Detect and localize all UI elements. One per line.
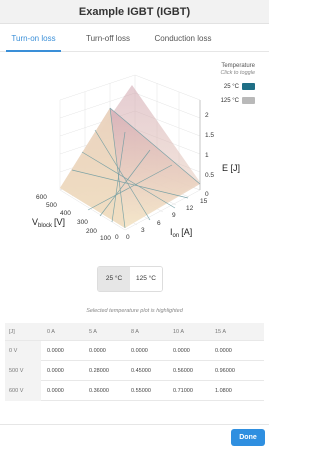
legend-item-125c[interactable]: 125 °C	[221, 97, 255, 106]
table-cell[interactable]: 0.0000	[131, 341, 148, 361]
tab-turn-on-loss[interactable]: Turn-on loss	[6, 30, 61, 52]
z-axis-label: E [J]	[222, 163, 240, 173]
y-tick-6: 6	[157, 220, 161, 227]
table-row-header: 500 V	[5, 361, 41, 381]
table-col-header: 5 A	[89, 329, 97, 335]
table-corner-unit: [J]	[9, 329, 15, 335]
table-cell[interactable]: 0.36000	[89, 381, 109, 401]
table-cell[interactable]: 0.96000	[215, 361, 235, 381]
table-cell[interactable]: 0.56000	[173, 361, 193, 381]
table-cell[interactable]: 0.0000	[215, 341, 232, 361]
z-tick-0: 0	[205, 191, 209, 198]
dialog-title: Example IGBT (IGBT)	[78, 6, 191, 18]
y-tick-0: 0	[126, 234, 130, 241]
z-axis: 2 1.5 1 0.5 0 E [J]	[199, 100, 240, 198]
z-tick-1: 1	[205, 152, 209, 159]
z-tick-0-5: 0.5	[205, 172, 214, 179]
table-cell[interactable]: 0.0000	[47, 381, 64, 401]
table-row-header: 0 V	[5, 341, 41, 361]
table-cell[interactable]: 0.0000	[47, 361, 64, 381]
table-cell[interactable]: 0.0000	[173, 341, 190, 361]
done-button[interactable]: Done	[231, 429, 265, 446]
loss-table: [J] 0 A 5 A 8 A 10 A 15 A 0 V 0.0000 0.0…	[5, 323, 264, 401]
legend-item-25c[interactable]: 25 °C	[224, 83, 255, 92]
table-row-header: 600 V	[5, 381, 41, 401]
y-tick-9: 9	[172, 212, 176, 219]
z-tick-1-5: 1.5	[205, 132, 214, 139]
table-col-header: 15 A	[215, 329, 227, 335]
x-tick-300: 300	[77, 219, 88, 226]
table-col-header: 8 A	[131, 329, 139, 335]
table-row: 0 V 0.0000 0.0000 0.0000 0.0000 0.0000	[5, 341, 264, 361]
table-row: 500 V 0.0000 0.28000 0.45000 0.56000 0.9…	[5, 361, 264, 381]
dialog-footer: Done	[0, 424, 269, 450]
x-axis-label: Vblock [V]	[32, 217, 65, 229]
table-cell[interactable]: 0.55000	[131, 381, 151, 401]
temp-option-125c[interactable]: 125 °C	[130, 267, 162, 291]
tab-turn-off-loss[interactable]: Turn-off loss	[78, 30, 138, 52]
tab-bar: Turn-on loss Turn-off loss Conduction lo…	[0, 30, 269, 52]
legend-swatch-125c	[242, 97, 255, 104]
temp-option-25c[interactable]: 25 °C	[98, 267, 130, 291]
table-cell[interactable]: 0.45000	[131, 361, 151, 381]
temperature-toggle: 25 °C 125 °C	[97, 266, 163, 292]
table-cell[interactable]: 0.28000	[89, 361, 109, 381]
table-cell[interactable]: 0.0000	[47, 341, 64, 361]
z-tick-2: 2	[205, 112, 209, 119]
y-tick-3: 3	[141, 227, 145, 234]
table-cell[interactable]: 1.0800	[215, 381, 232, 401]
legend-swatch-25c	[242, 83, 255, 90]
x-tick-100: 100	[100, 235, 111, 242]
table-col-header: 0 A	[47, 329, 55, 335]
legend-subtitle: Click to toggle	[220, 70, 255, 76]
table-header-row: [J] 0 A 5 A 8 A 10 A 15 A	[5, 323, 264, 341]
tab-conduction-loss[interactable]: Conduction loss	[148, 30, 218, 52]
table-col-header: 10 A	[173, 329, 185, 335]
x-tick-600: 600	[36, 194, 47, 201]
dialog-title-bar: Example IGBT (IGBT)	[0, 0, 269, 24]
x-tick-500: 500	[46, 202, 57, 209]
y-tick-12: 12	[186, 205, 194, 212]
selection-hint: Selected temperature plot is highlighted	[86, 308, 183, 314]
x-tick-0: 0	[115, 234, 119, 241]
table-row: 600 V 0.0000 0.36000 0.55000 0.71000 1.0…	[5, 381, 264, 401]
legend-label-25c: 25 °C	[223, 84, 239, 91]
x-tick-200: 200	[86, 228, 97, 235]
y-tick-15: 15	[200, 198, 208, 205]
table-cell[interactable]: 0.0000	[89, 341, 106, 361]
legend-title: Temperature	[221, 63, 255, 69]
x-tick-400: 400	[60, 210, 71, 217]
table-cell[interactable]: 0.71000	[173, 381, 193, 401]
y-axis-label: Ion [A]	[170, 227, 192, 239]
legend-label-125c: 125 °C	[220, 98, 239, 105]
